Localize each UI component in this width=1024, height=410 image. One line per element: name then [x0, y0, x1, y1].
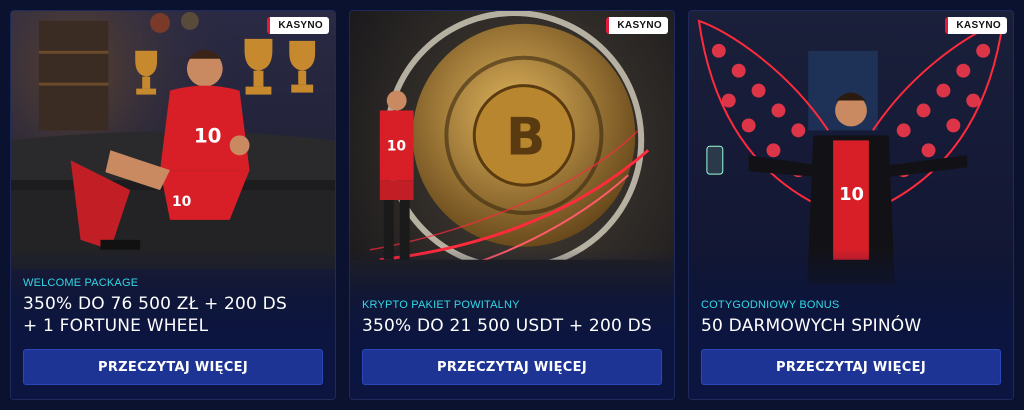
category-badge: KASYNO [945, 17, 1007, 34]
read-more-button[interactable]: PRZECZYTAJ WIĘCEJ [362, 349, 662, 385]
promo-subtitle: KRYPTO PAKIET POWITALNY [362, 299, 520, 311]
promo-title-line1: 50 DARMOWYCH SPINÓW [701, 316, 922, 336]
read-more-button[interactable]: PRZECZYTAJ WIĘCEJ [701, 349, 1001, 385]
promo-text: COTYGODNIOWY BONUS 50 DARMOWYCH SPINÓW [701, 299, 1001, 337]
promo-subtitle: COTYGODNIOWY BONUS [701, 299, 840, 311]
promo-text: KRYPTO PAKIET POWITALNY 350% DO 21 500 U… [362, 299, 662, 337]
category-badge: KASYNO [606, 17, 668, 34]
svg-text:10: 10 [172, 194, 192, 210]
promo-text: WELCOME PACKAGE 350% DO 76 500 ZŁ + 200 … [23, 277, 323, 337]
promo-card-weekly[interactable]: 10 KASYNO COTYGODNIOWY BONUS 50 DARMOWYC… [688, 10, 1014, 400]
promo-title-line2: + 1 FORTUNE WHEEL [23, 316, 209, 336]
promo-title-line1: 350% DO 21 500 USDT + 200 DS [362, 316, 652, 336]
promo-card-welcome[interactable]: 10 10 KASYNO WELCOME PACKAGE 350% DO 76 … [10, 10, 336, 400]
category-badge: KASYNO [267, 17, 329, 34]
promo-card-crypto[interactable]: B 10 KASYNO KRYPTO PAKIET POWITALNY 350%… [349, 10, 675, 400]
svg-text:10: 10 [839, 184, 864, 205]
svg-text:B: B [506, 107, 545, 167]
promo-title-line1: 350% DO 76 500 ZŁ + 200 DS [23, 294, 287, 314]
svg-text:10: 10 [387, 138, 407, 154]
read-more-button[interactable]: PRZECZYTAJ WIĘCEJ [23, 349, 323, 385]
svg-text:10: 10 [194, 124, 222, 147]
promo-subtitle: WELCOME PACKAGE [23, 277, 139, 289]
